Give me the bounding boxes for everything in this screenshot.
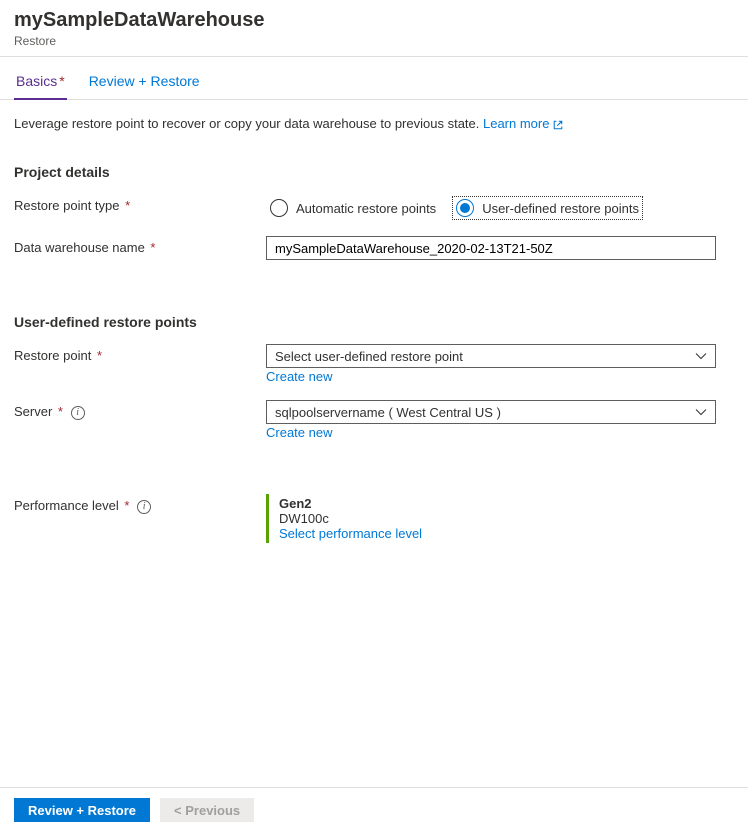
row-server: Server * i sqlpoolservername ( West Cent… [14, 400, 734, 440]
restore-point-type-label: Restore point type * [14, 194, 266, 213]
learn-more-link[interactable]: Learn more [483, 116, 549, 131]
required-asterisk: * [122, 198, 131, 213]
user-defined-heading: User-defined restore points [14, 314, 734, 330]
data-warehouse-name-label: Data warehouse name * [14, 236, 266, 255]
performance-level-display: Gen2 DW100c Select performance level [266, 494, 716, 543]
review-restore-button[interactable]: Review + Restore [14, 798, 150, 822]
required-asterisk: * [93, 348, 102, 363]
radio-circle-icon [456, 199, 474, 217]
project-details-heading: Project details [14, 164, 734, 180]
server-label: Server * i [14, 400, 266, 420]
server-select-value: sqlpoolservername ( West Central US ) [275, 405, 501, 420]
chevron-down-icon [695, 350, 707, 362]
previous-button: < Previous [160, 798, 254, 822]
row-restore-point-type: Restore point type * Automatic restore p… [14, 194, 734, 220]
description-text: Leverage restore point to recover or cop… [14, 114, 734, 134]
radio-automatic-restore-points[interactable]: Automatic restore points [266, 196, 440, 220]
data-warehouse-name-input[interactable] [266, 236, 716, 260]
tab-review-restore[interactable]: Review + Restore [87, 71, 202, 99]
row-restore-point: Restore point * Select user-defined rest… [14, 344, 734, 384]
restore-point-select-placeholder: Select user-defined restore point [275, 349, 463, 364]
info-icon[interactable]: i [71, 406, 85, 420]
page-title: mySampleDataWarehouse [14, 6, 734, 34]
radio-circle-icon [270, 199, 288, 217]
page-header: mySampleDataWarehouse Restore [0, 0, 748, 57]
info-icon[interactable]: i [137, 500, 151, 514]
server-select[interactable]: sqlpoolservername ( West Central US ) [266, 400, 716, 424]
restore-point-select[interactable]: Select user-defined restore point [266, 344, 716, 368]
create-new-restore-point-link[interactable]: Create new [266, 369, 332, 384]
performance-tier: DW100c [279, 511, 716, 526]
row-performance-level: Performance level * i Gen2 DW100c Select… [14, 494, 734, 543]
chevron-down-icon [695, 406, 707, 418]
create-new-server-link[interactable]: Create new [266, 425, 332, 440]
restore-point-type-options: Automatic restore points User-defined re… [266, 194, 716, 220]
radio-user-defined-label: User-defined restore points [482, 201, 639, 216]
tab-bar: Basics* Review + Restore [0, 57, 748, 100]
external-link-icon [552, 119, 564, 131]
page-subtitle: Restore [14, 34, 734, 48]
restore-point-label: Restore point * [14, 344, 266, 363]
content-area: Leverage restore point to recover or cop… [0, 100, 748, 543]
performance-level-label: Performance level * i [14, 494, 266, 514]
select-performance-level-link[interactable]: Select performance level [279, 526, 422, 541]
radio-user-defined-restore-points[interactable]: User-defined restore points [452, 196, 643, 220]
tab-basics-label: Basics [16, 73, 57, 89]
required-asterisk: * [121, 498, 130, 513]
required-asterisk: * [59, 73, 64, 89]
radio-automatic-label: Automatic restore points [296, 201, 436, 216]
footer-bar: Review + Restore < Previous [0, 787, 748, 836]
performance-gen: Gen2 [279, 496, 716, 511]
row-data-warehouse-name: Data warehouse name * [14, 236, 734, 260]
tab-review-restore-label: Review + Restore [89, 73, 200, 89]
tab-basics[interactable]: Basics* [14, 71, 67, 99]
required-asterisk: * [147, 240, 156, 255]
required-asterisk: * [54, 404, 63, 419]
